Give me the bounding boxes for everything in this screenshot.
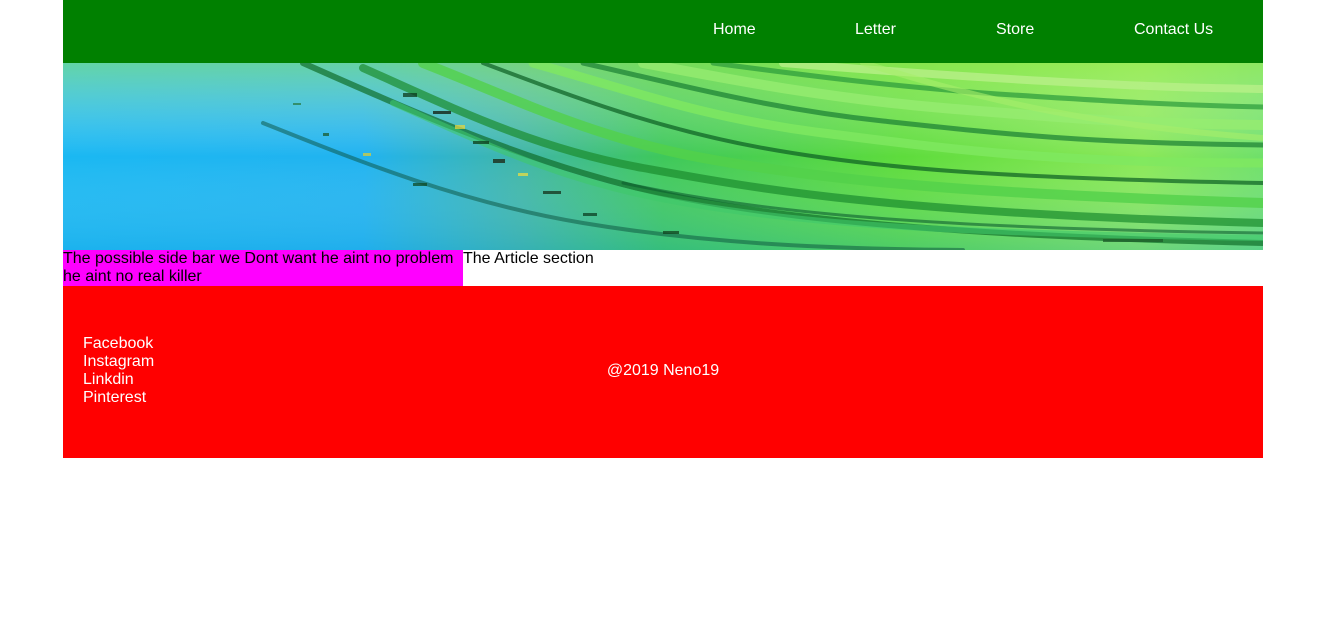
hero-banner-image bbox=[63, 63, 1263, 250]
social-link-facebook[interactable]: Facebook bbox=[83, 335, 153, 352]
page-container: Home Letter Store Contact Us The possibl… bbox=[63, 0, 1263, 458]
content-row: The possible side bar we Dont want he ai… bbox=[63, 250, 1263, 286]
list-item: Facebook bbox=[83, 335, 154, 353]
nav-link-home[interactable]: Home bbox=[713, 21, 756, 39]
footer: Facebook Instagram Linkdin Pinterest @20… bbox=[63, 286, 1263, 458]
sidebar-text: The possible side bar we Dont want he ai… bbox=[63, 250, 454, 285]
sidebar: The possible side bar we Dont want he ai… bbox=[63, 250, 463, 286]
list-item: Pinterest bbox=[83, 389, 154, 407]
nav-link-contact-us[interactable]: Contact Us bbox=[1134, 21, 1213, 39]
hero-wave-graphic bbox=[63, 63, 1263, 250]
nav-link-letter[interactable]: Letter bbox=[855, 21, 896, 39]
top-navigation-bar: Home Letter Store Contact Us bbox=[63, 0, 1263, 63]
article-text: The Article section bbox=[463, 250, 594, 267]
copyright-text: @2019 Neno19 bbox=[606, 362, 720, 379]
social-link-pinterest[interactable]: Pinterest bbox=[83, 389, 146, 406]
nav-link-store[interactable]: Store bbox=[996, 21, 1034, 39]
article-section: The Article section bbox=[463, 250, 1263, 286]
